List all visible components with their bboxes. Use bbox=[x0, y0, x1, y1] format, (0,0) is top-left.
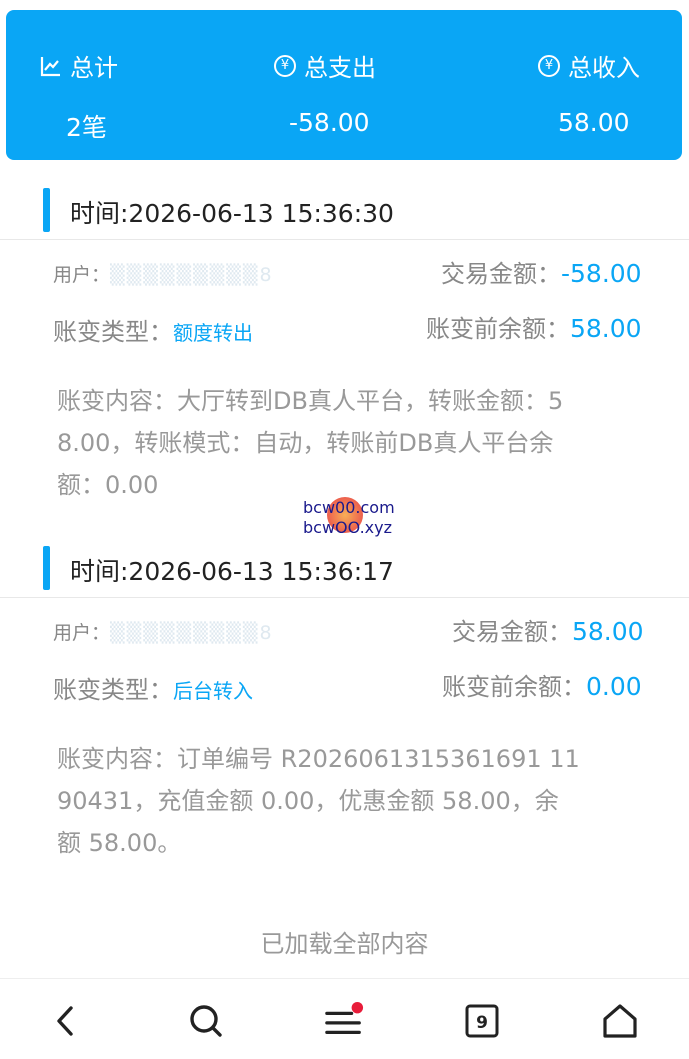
chart-line-icon bbox=[40, 56, 60, 76]
record-type-value: 后台转入 bbox=[173, 679, 253, 703]
record-time: 时间:2026-06-13 15:36:17 bbox=[70, 557, 394, 586]
record-content-line: 账变内容：订单编号 R2026061315361691 11 bbox=[57, 745, 580, 773]
record-time: 时间:2026-06-13 15:36:30 bbox=[70, 199, 394, 228]
summary-income-header: ¥ 总收入 bbox=[538, 48, 640, 83]
summary-expense-value: -58.00 bbox=[289, 108, 370, 137]
watermark-line2: bcwOO.xyz bbox=[303, 518, 392, 537]
yen-icon: ¥ bbox=[274, 54, 296, 77]
record-user-masked: ▒▒▒▒▒▒▒▒▒8 bbox=[110, 264, 274, 286]
record-balance-label: 账变前余额： bbox=[442, 673, 586, 701]
summary-expense-header: ¥ 总支出 bbox=[274, 48, 376, 83]
record-content: 账变内容：订单编号 R2026061315361691 11 90431，充值金… bbox=[57, 738, 637, 864]
record-content: 账变内容：大厅转到DB真人平台，转账金额：5 8.00，转账模式：自动，转账前D… bbox=[57, 380, 637, 506]
record-accent-bar bbox=[43, 188, 50, 232]
summary-total-header: 总计 bbox=[40, 48, 118, 83]
search-icon bbox=[190, 1005, 222, 1037]
tabs-count-icon: 9 bbox=[465, 1004, 499, 1038]
yen-icon: ¥ bbox=[538, 54, 560, 77]
record-content-line: 8.00，转账模式：自动，转账前DB真人平台余 bbox=[57, 429, 554, 457]
record-amount-label: 交易金额： bbox=[452, 618, 572, 646]
record-type: 账变类型：额度转出 bbox=[53, 312, 253, 347]
record-balance-value: 58.00 bbox=[570, 314, 642, 343]
summary-total-value: 2笔 bbox=[66, 113, 107, 142]
record-balance: 账变前余额：0.00 bbox=[442, 667, 642, 702]
summary-income-label: 总收入 bbox=[568, 54, 640, 82]
bottom-nav: 9 bbox=[0, 978, 689, 1059]
record-amount-label: 交易金额： bbox=[441, 260, 561, 288]
record-amount-value: 58.00 bbox=[572, 617, 644, 646]
search-button[interactable] bbox=[186, 1001, 226, 1041]
record-user-label: 用户： bbox=[53, 264, 111, 286]
record-balance: 账变前余额：58.00 bbox=[426, 309, 642, 344]
home-icon bbox=[603, 1004, 637, 1038]
load-complete-note: 已加载全部内容 bbox=[260, 930, 429, 958]
menu-icon bbox=[325, 1001, 364, 1035]
record-type-label: 账变类型： bbox=[53, 318, 173, 346]
summary-expense-label: 总支出 bbox=[304, 54, 376, 82]
summary-total-label: 总计 bbox=[70, 54, 118, 82]
notification-dot-icon bbox=[351, 1001, 364, 1014]
record-header: 时间:2026-06-13 15:36:17 bbox=[0, 540, 689, 598]
record-user: 用户：▒▒▒▒▒▒▒▒▒8 bbox=[53, 260, 274, 287]
record-user: 用户：▒▒▒▒▒▒▒▒▒8 bbox=[53, 618, 274, 645]
home-button[interactable] bbox=[600, 1001, 640, 1041]
record-accent-bar bbox=[43, 546, 50, 590]
record-balance-value: 0.00 bbox=[586, 672, 642, 701]
back-button[interactable] bbox=[46, 1001, 86, 1041]
record-balance-label: 账变前余额： bbox=[426, 315, 570, 343]
tab-count: 9 bbox=[476, 1013, 488, 1033]
record-amount: 交易金额：-58.00 bbox=[441, 254, 642, 289]
record-amount-value: -58.00 bbox=[561, 259, 642, 288]
record-type-label: 账变类型： bbox=[53, 676, 173, 704]
record-user-label: 用户： bbox=[53, 622, 111, 644]
summary-banner: 总计 2笔 ¥ 总支出 -58.00 ¥ 总收入 58.00 bbox=[6, 10, 682, 160]
record-user-masked: ▒▒▒▒▒▒▒▒▒8 bbox=[110, 622, 274, 644]
record-content-line: 额 58.00。 bbox=[57, 829, 182, 857]
record-content-line: 90431，充值金额 0.00，优惠金额 58.00，余 bbox=[57, 787, 559, 815]
menu-button[interactable] bbox=[324, 1001, 364, 1041]
record-content-line: 账变内容：大厅转到DB真人平台，转账金额：5 bbox=[57, 387, 564, 415]
chevron-left-icon bbox=[57, 1006, 73, 1036]
record-header: 时间:2026-06-13 15:36:30 bbox=[0, 182, 689, 240]
tabs-button[interactable]: 9 bbox=[462, 1001, 502, 1041]
record-type-value: 额度转出 bbox=[173, 321, 253, 345]
summary-income-value: 58.00 bbox=[558, 108, 630, 137]
watermark: bcw00.com bcwOO.xyz bbox=[303, 498, 395, 538]
record-type: 账变类型：后台转入 bbox=[53, 670, 253, 705]
record-amount: 交易金额：58.00 bbox=[452, 612, 644, 647]
watermark-line1: bcw00.com bbox=[303, 498, 395, 517]
